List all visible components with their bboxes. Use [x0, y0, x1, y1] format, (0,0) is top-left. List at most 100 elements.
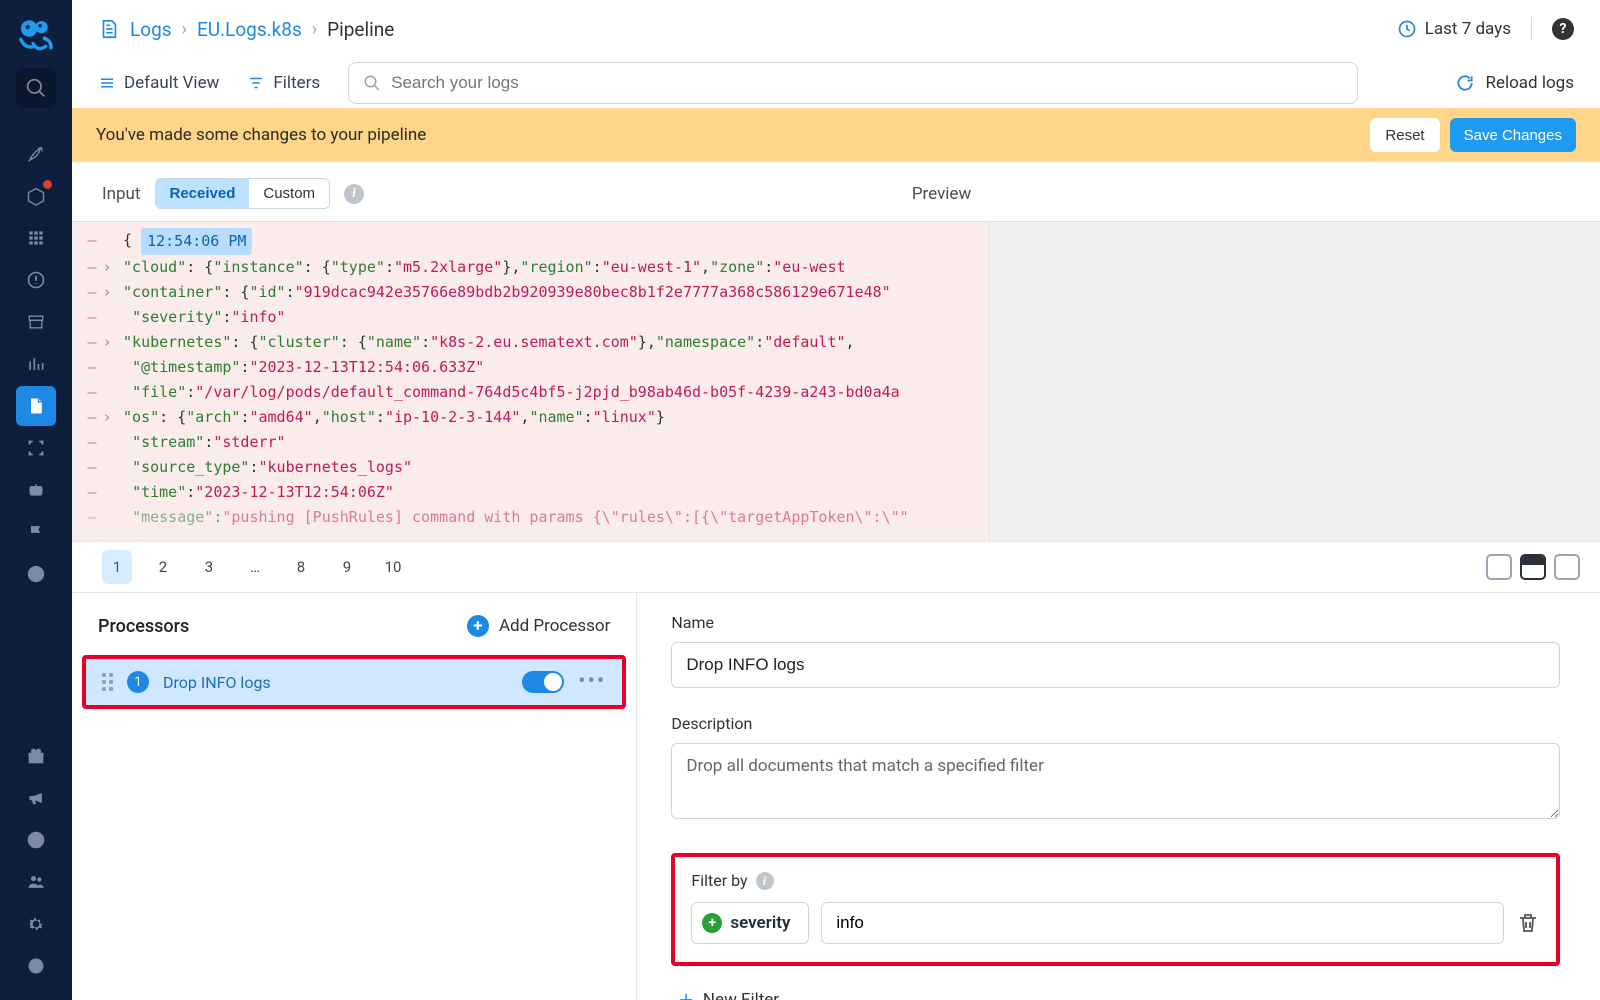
- notification-badge: [43, 180, 52, 189]
- main-area: Logs › EU.Logs.k8s › Pipeline Last 7 day…: [72, 0, 1600, 1000]
- delete-filter-button[interactable]: [1516, 911, 1540, 935]
- sidebar-flag-icon[interactable]: [16, 512, 56, 552]
- filters-menu[interactable]: Filters: [247, 73, 320, 93]
- timerange-label: Last 7 days: [1425, 19, 1511, 39]
- reload-label: Reload logs: [1485, 73, 1574, 93]
- processor-row[interactable]: 1 Drop INFO logs •••: [86, 659, 622, 705]
- layout-option-3[interactable]: [1554, 554, 1580, 580]
- received-tab[interactable]: Received: [156, 179, 250, 208]
- banner-text: You've made some changes to your pipelin…: [96, 125, 426, 145]
- reset-button[interactable]: Reset: [1370, 118, 1439, 152]
- default-view-label: Default View: [124, 73, 219, 93]
- page-1[interactable]: 1: [102, 550, 132, 584]
- plus-icon: +: [467, 615, 489, 637]
- sidebar-megaphone-icon[interactable]: [16, 778, 56, 818]
- add-processor-label: Add Processor: [499, 616, 610, 636]
- sidebar-robot-icon[interactable]: [16, 470, 56, 510]
- timerange-picker[interactable]: Last 7 days: [1397, 19, 1511, 39]
- name-input[interactable]: [671, 642, 1560, 688]
- sidebar-archive-icon[interactable]: [16, 302, 56, 342]
- section-headers: Input Received Custom i Preview: [72, 162, 1600, 221]
- search-icon: [363, 74, 381, 92]
- layout-option-2[interactable]: [1520, 554, 1546, 580]
- processor-form: Name Description Drop all documents that…: [637, 593, 1600, 1000]
- reload-icon: [1455, 73, 1475, 93]
- info-icon[interactable]: i: [756, 872, 774, 890]
- layout-option-1[interactable]: [1486, 554, 1512, 580]
- info-icon[interactable]: i: [344, 184, 364, 204]
- processor-toggle[interactable]: [522, 671, 564, 693]
- sidebar-inbox-icon[interactable]: [16, 176, 56, 216]
- processors-panel: Processors + Add Processor 1 Drop INFO l…: [72, 593, 637, 1000]
- processor-index: 1: [127, 671, 149, 693]
- sidebar-grid-icon[interactable]: [16, 218, 56, 258]
- menu-icon: [98, 74, 116, 92]
- page-2[interactable]: 2: [148, 550, 178, 584]
- sidebar-settings-icon[interactable]: [16, 904, 56, 944]
- add-processor-button[interactable]: + Add Processor: [467, 615, 610, 637]
- filter-field-label: severity: [730, 913, 790, 933]
- default-view-menu[interactable]: Default View: [98, 73, 219, 93]
- sidebar-alert-icon[interactable]: [16, 260, 56, 300]
- breadcrumb-sep: ›: [312, 19, 317, 40]
- breadcrumb-current: Pipeline: [327, 18, 394, 41]
- search-input[interactable]: [391, 73, 1343, 93]
- sidebar-gift-icon[interactable]: [16, 736, 56, 776]
- filter-value-input[interactable]: [821, 902, 1504, 944]
- page-9[interactable]: 9: [332, 550, 362, 584]
- name-label: Name: [671, 613, 1560, 632]
- plus-icon: +: [679, 986, 693, 1000]
- preview-pane: [989, 221, 1600, 541]
- description-input[interactable]: Drop all documents that match a specifie…: [671, 743, 1560, 819]
- app-logo[interactable]: [12, 10, 60, 58]
- reload-button[interactable]: Reload logs: [1455, 73, 1574, 93]
- clock-icon: [1397, 19, 1417, 39]
- sidebar-sphere-icon[interactable]: [16, 946, 56, 986]
- filter-field-chip[interactable]: + severity: [691, 902, 809, 944]
- save-changes-button[interactable]: Save Changes: [1450, 118, 1576, 152]
- page-ellipsis: …: [240, 550, 270, 584]
- input-mode-toggle: Received Custom: [155, 178, 331, 209]
- preview-label: Preview: [912, 184, 971, 204]
- layout-switch: [1486, 554, 1580, 580]
- help-button[interactable]: ?: [1552, 18, 1574, 40]
- new-filter-label: New Filter: [703, 990, 779, 1000]
- divider: [1531, 18, 1532, 40]
- page-8[interactable]: 8: [286, 550, 316, 584]
- breadcrumb-sep: ›: [182, 19, 187, 40]
- sidebar-chart-icon[interactable]: [16, 344, 56, 384]
- toolbar: Default View Filters Reload logs: [72, 58, 1600, 108]
- drag-handle-icon[interactable]: [102, 673, 113, 691]
- page-3[interactable]: 3: [194, 550, 224, 584]
- sidebar-search[interactable]: [16, 68, 56, 108]
- sidebar-help-icon[interactable]: [16, 820, 56, 860]
- topbar: Logs › EU.Logs.k8s › Pipeline Last 7 day…: [72, 0, 1600, 58]
- sidebar: [0, 0, 72, 1000]
- sidebar-rocket-icon[interactable]: [16, 134, 56, 174]
- sidebar-scan-icon[interactable]: [16, 428, 56, 468]
- filter-by-label: Filter by: [691, 871, 747, 890]
- breadcrumb-app[interactable]: EU.Logs.k8s: [197, 18, 302, 41]
- timestamp-pill: 12:54:06 PM: [141, 228, 252, 255]
- page-10[interactable]: 10: [378, 550, 408, 584]
- breadcrumb-logs[interactable]: Logs: [130, 18, 172, 41]
- sidebar-logs-icon[interactable]: [16, 386, 56, 426]
- processor-name: Drop INFO logs: [163, 673, 271, 692]
- processor-highlight: 1 Drop INFO logs •••: [82, 655, 626, 709]
- input-json-pane[interactable]: – { 12:54:06 PM –› "cloud": {"instance":…: [72, 221, 989, 541]
- filter-section-highlight: Filter by i + severity: [671, 853, 1560, 966]
- input-label: Input: [102, 184, 141, 204]
- processors-title: Processors: [98, 616, 189, 637]
- doc-icon: [98, 18, 120, 40]
- pager: 1 2 3 … 8 9 10: [72, 541, 1600, 593]
- processor-menu-icon[interactable]: •••: [578, 677, 606, 687]
- sidebar-users-icon[interactable]: [16, 862, 56, 902]
- search-box[interactable]: [348, 62, 1358, 104]
- sidebar-globe-icon[interactable]: [16, 554, 56, 594]
- new-filter-button[interactable]: + New Filter: [679, 986, 1560, 1000]
- custom-tab[interactable]: Custom: [249, 179, 329, 208]
- changes-banner: You've made some changes to your pipelin…: [72, 108, 1600, 162]
- description-label: Description: [671, 714, 1560, 733]
- plus-icon: +: [702, 913, 722, 933]
- trash-icon: [1516, 911, 1540, 935]
